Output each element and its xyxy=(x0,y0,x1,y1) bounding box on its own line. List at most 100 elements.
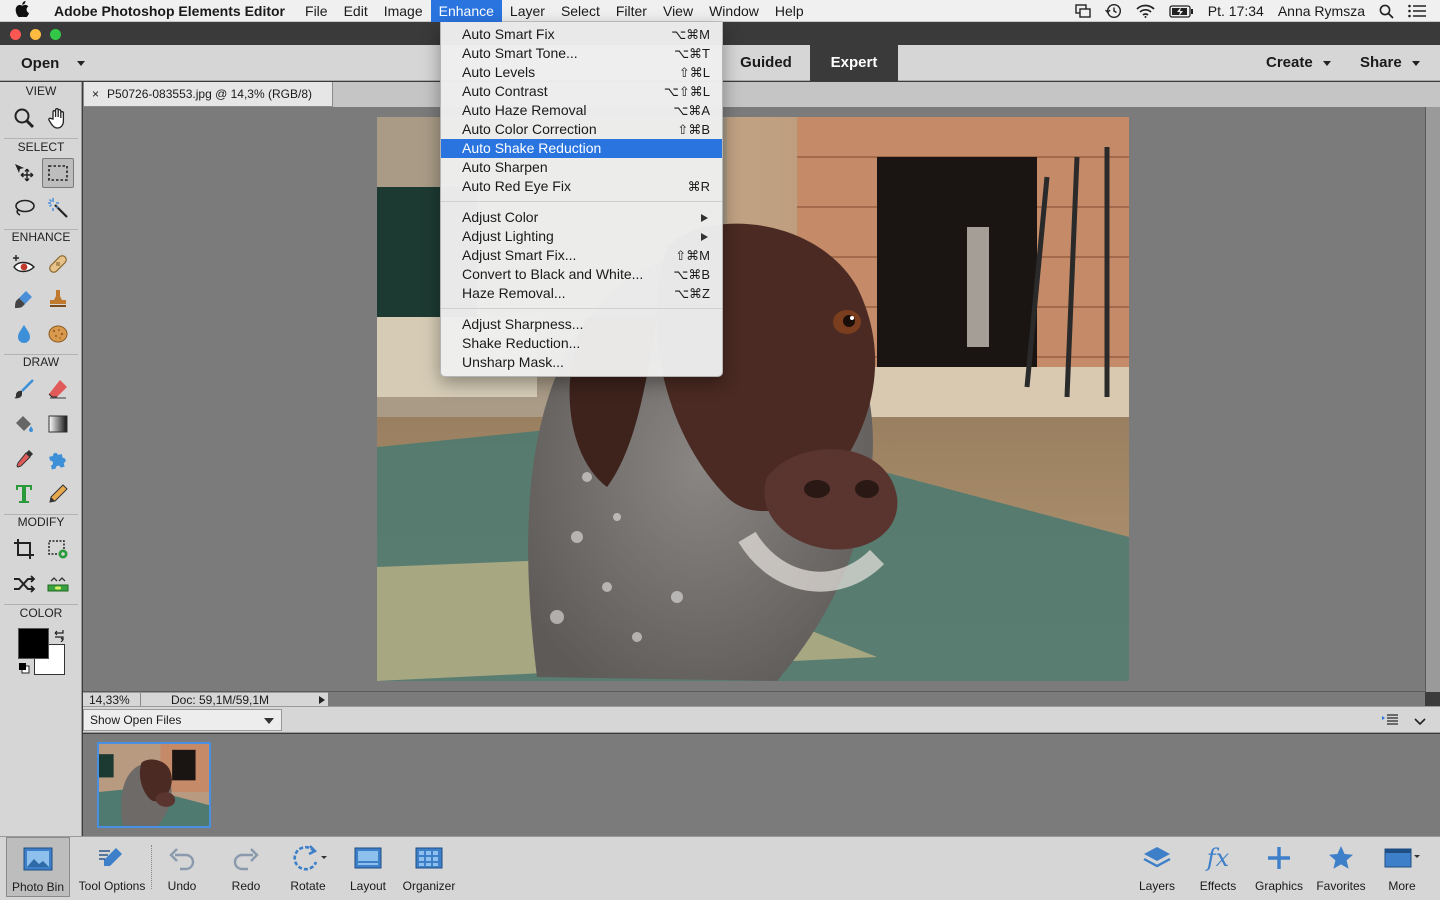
tool-options-button[interactable]: Tool Options xyxy=(74,837,150,897)
custom-shape-tool[interactable] xyxy=(42,444,74,474)
tab-guided[interactable]: Guided xyxy=(724,45,808,81)
share-dropdown[interactable]: Share xyxy=(1360,45,1420,81)
canvas[interactable] xyxy=(83,107,1426,692)
sponge-tool[interactable] xyxy=(42,319,74,349)
menu-item-shake-reduction[interactable]: Shake Reduction... xyxy=(441,334,722,353)
status-menu-arrow-icon[interactable] xyxy=(319,695,325,704)
menu-window[interactable]: Window xyxy=(701,0,767,22)
redo-button[interactable]: Redo xyxy=(218,837,274,897)
menu-item-adjust-sharpness[interactable]: Adjust Sharpness... xyxy=(441,315,722,334)
open-button[interactable]: Open xyxy=(0,45,100,81)
menu-filter[interactable]: Filter xyxy=(608,0,655,22)
bin-options-icon[interactable] xyxy=(1382,714,1398,729)
menu-item-auto-shake-reduction[interactable]: Auto Shake Reduction xyxy=(441,139,722,158)
menu-image[interactable]: Image xyxy=(376,0,431,22)
menu-item-auto-sharpen[interactable]: Auto Sharpen xyxy=(441,158,722,177)
recompose-tool[interactable] xyxy=(42,534,74,564)
horizontal-scrollbar[interactable] xyxy=(328,692,1425,706)
undo-button[interactable]: Undo xyxy=(154,837,210,897)
menu-layer[interactable]: Layer xyxy=(502,0,553,22)
rotate-button[interactable]: Rotate xyxy=(280,837,336,897)
menu-item-adjust-lighting[interactable]: Adjust Lighting xyxy=(441,227,722,246)
menu-item-auto-levels[interactable]: Auto Levels ⇧⌘L xyxy=(441,63,722,82)
tab-expert[interactable]: Expert xyxy=(810,45,898,81)
straighten-tool[interactable] xyxy=(42,569,74,599)
type-tool[interactable] xyxy=(8,479,40,509)
menu-view[interactable]: View xyxy=(655,0,701,22)
smart-brush-tool[interactable] xyxy=(8,284,40,314)
app-name[interactable]: Adobe Photoshop Elements Editor xyxy=(44,3,297,19)
screen-mirror-icon[interactable] xyxy=(1068,4,1098,18)
battery-icon[interactable] xyxy=(1162,4,1201,18)
photo-thumbnail[interactable] xyxy=(97,742,211,828)
menu-help[interactable]: Help xyxy=(767,0,812,22)
favorites-button[interactable]: Favorites xyxy=(1312,837,1370,897)
eraser-tool[interactable] xyxy=(42,374,74,404)
close-tab-icon[interactable]: × xyxy=(92,87,99,101)
crop-tool[interactable] xyxy=(8,534,40,564)
move-tool[interactable] xyxy=(8,158,40,188)
magic-wand-tool[interactable] xyxy=(42,193,74,223)
menu-item-auto-haze-removal[interactable]: Auto Haze Removal ⌥⌘A xyxy=(441,101,722,120)
apple-menu-icon[interactable] xyxy=(0,0,44,21)
menu-item-shortcut: ⌥⌘T xyxy=(674,46,710,61)
menu-item-convert-to-black-and-white[interactable]: Convert to Black and White... ⌥⌘B xyxy=(441,265,722,284)
menu-item-auto-red-eye-fix[interactable]: Auto Red Eye Fix ⌘R xyxy=(441,177,722,196)
vertical-scrollbar[interactable] xyxy=(1426,107,1440,692)
user-name[interactable]: Anna Rymsza xyxy=(1271,3,1372,19)
blur-tool[interactable] xyxy=(8,319,40,349)
menu-item-auto-contrast[interactable]: Auto Contrast ⌥⇧⌘L xyxy=(441,82,722,101)
time-machine-icon[interactable] xyxy=(1098,3,1129,19)
rectangular-marquee-tool[interactable] xyxy=(42,158,74,188)
show-open-files-select[interactable]: Show Open Files xyxy=(83,709,282,731)
type-icon xyxy=(16,485,32,503)
more-button[interactable]: More xyxy=(1376,837,1428,897)
paint-bucket-icon xyxy=(16,416,33,432)
brush-tool[interactable] xyxy=(8,374,40,404)
layers-button[interactable]: Layers xyxy=(1130,837,1184,897)
zoom-level[interactable]: 14,33% xyxy=(83,692,141,707)
menu-edit[interactable]: Edit xyxy=(336,0,376,22)
gradient-tool[interactable] xyxy=(42,409,74,439)
default-colors-icon[interactable] xyxy=(18,662,30,677)
effects-button[interactable]: fx Effects xyxy=(1192,837,1244,897)
menu-enhance[interactable]: Enhance xyxy=(430,0,502,22)
menu-item-adjust-color[interactable]: Adjust Color xyxy=(441,208,722,227)
clock[interactable]: Pt. 17:34 xyxy=(1201,3,1271,19)
hand-tool[interactable] xyxy=(42,103,74,133)
document-tab[interactable]: × P50726-083553.jpg @ 14,3% (RGB/8) xyxy=(83,82,333,107)
menu-item-auto-smart-tone[interactable]: Auto Smart Tone... ⌥⌘T xyxy=(441,44,722,63)
graphics-button[interactable]: Graphics xyxy=(1250,837,1308,897)
red-eye-tool[interactable] xyxy=(8,249,40,279)
spot-healing-brush-tool[interactable] xyxy=(42,249,74,279)
notification-center-icon[interactable] xyxy=(1401,4,1440,18)
clone-stamp-tool[interactable] xyxy=(42,284,74,314)
layout-button[interactable]: Layout xyxy=(342,837,394,897)
zoom-window-button[interactable] xyxy=(50,29,61,40)
menu-file[interactable]: File xyxy=(297,0,336,22)
paint-bucket-tool[interactable] xyxy=(8,409,40,439)
menu-select[interactable]: Select xyxy=(553,0,608,22)
menu-item-adjust-smart-fix[interactable]: Adjust Smart Fix... ⇧⌘M xyxy=(441,246,722,265)
sponge-icon xyxy=(48,325,68,343)
close-window-button[interactable] xyxy=(10,29,21,40)
content-aware-move-tool[interactable] xyxy=(8,569,40,599)
menu-item-auto-color-correction[interactable]: Auto Color Correction ⇧⌘B xyxy=(441,120,722,139)
wifi-icon[interactable] xyxy=(1129,4,1162,18)
foreground-color-swatch[interactable] xyxy=(18,628,49,659)
swap-colors-icon[interactable] xyxy=(52,628,66,645)
menu-item-unsharp-mask[interactable]: Unsharp Mask... xyxy=(441,353,722,372)
create-dropdown[interactable]: Create xyxy=(1266,45,1331,81)
photo-bin-button[interactable]: Photo Bin xyxy=(6,837,70,897)
pencil-tool[interactable] xyxy=(42,479,74,509)
collapse-bin-chevron-icon[interactable] xyxy=(1414,715,1426,730)
organizer-button[interactable]: Organizer xyxy=(398,837,460,897)
status-bar: 14,33% Doc: 59,1M/59,1M xyxy=(83,692,328,707)
menu-item-haze-removal[interactable]: Haze Removal... ⌥⌘Z xyxy=(441,284,722,303)
eyedropper-tool[interactable] xyxy=(8,444,40,474)
minimize-window-button[interactable] xyxy=(30,29,41,40)
menu-item-auto-smart-fix[interactable]: Auto Smart Fix ⌥⌘M xyxy=(441,25,722,44)
zoom-tool[interactable] xyxy=(8,103,40,133)
lasso-tool[interactable] xyxy=(8,193,40,223)
spotlight-search-icon[interactable] xyxy=(1372,4,1401,19)
